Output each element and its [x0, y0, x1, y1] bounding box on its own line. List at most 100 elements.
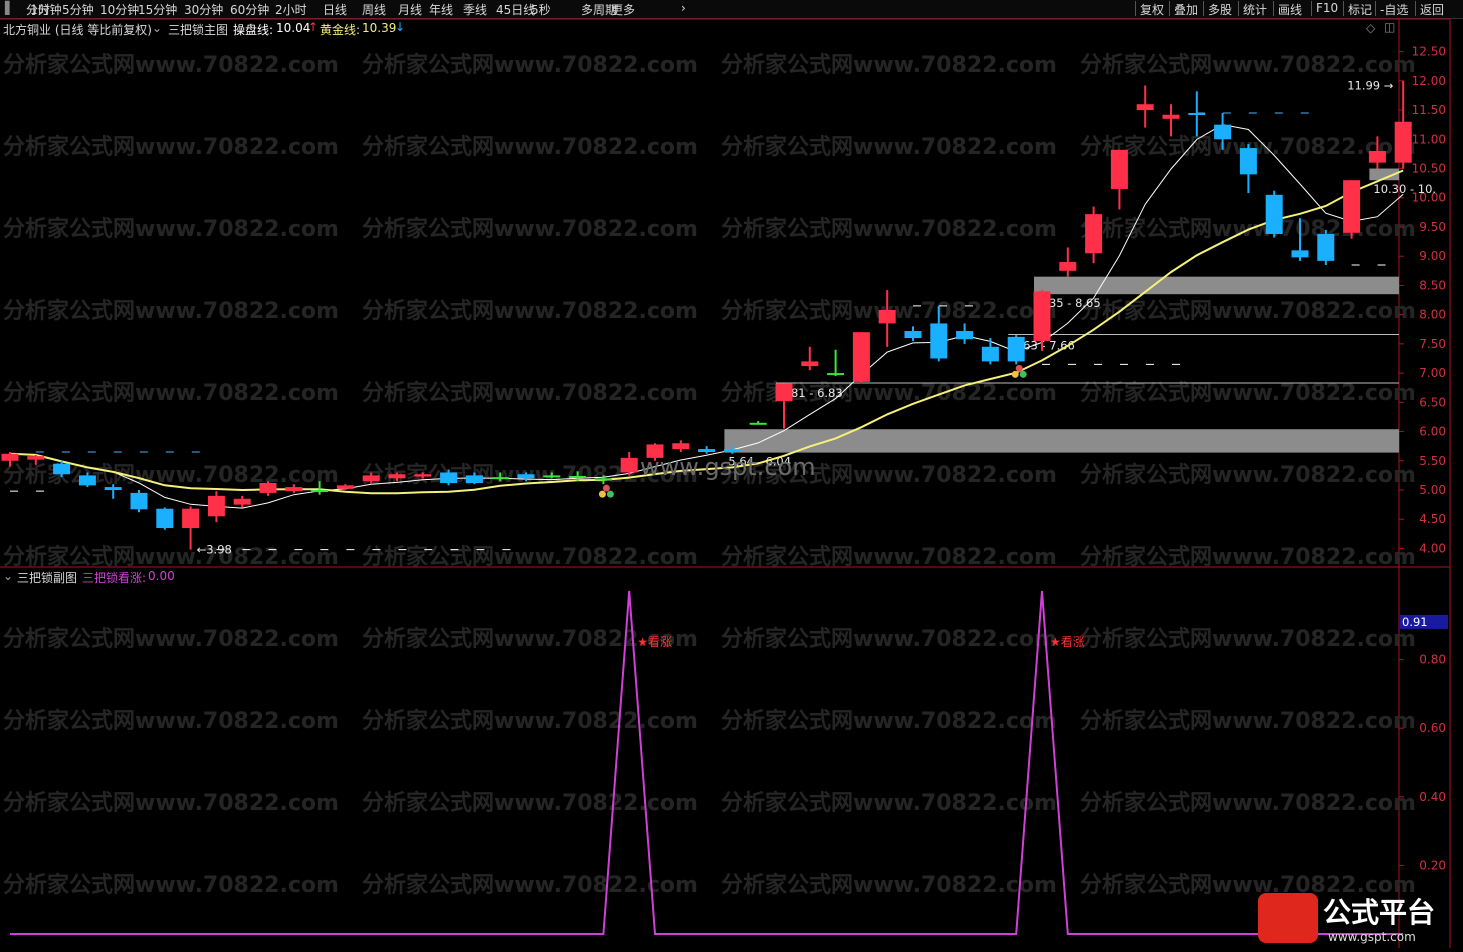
candle-body: [827, 373, 845, 376]
candle-body: [1110, 149, 1128, 189]
candle-body: [801, 361, 819, 367]
candle-body: [27, 456, 45, 460]
watermark-text: 分析家公式网www.70822.com: [721, 544, 1057, 570]
watermark-text: 分析家公式网www.70822.com: [721, 872, 1057, 898]
candle-body: [1085, 214, 1103, 254]
candle-body: [878, 309, 896, 324]
candle-body: [388, 474, 406, 479]
candle-body: [182, 508, 200, 529]
candle-body: [569, 475, 587, 478]
candle-body: [1214, 124, 1232, 140]
signal-ball-icon: [1011, 370, 1019, 378]
watermark-text: 分析家公式网www.70822.com: [362, 298, 698, 324]
price-tick-label: 5.00: [1419, 483, 1446, 497]
logo-url: www.gspt.com: [1328, 930, 1416, 944]
candle-body: [981, 346, 999, 362]
watermark-text: 分析家公式网www.70822.com: [1080, 462, 1416, 488]
watermark-text: 分析家公式网www.70822.com: [3, 708, 339, 734]
center-watermark: www.gspt.com: [640, 453, 816, 481]
watermark-text: 分析家公式网www.70822.com: [1080, 626, 1416, 652]
bullish-signal-label: ★看涨: [1050, 634, 1085, 649]
watermark-text: 分析家公式网www.70822.com: [1080, 790, 1416, 816]
candle-body: [233, 498, 251, 505]
sub-tick-label: 0.91: [1402, 615, 1428, 629]
sub-tick-label: 0.80: [1419, 653, 1446, 667]
signal-ball-icon: [598, 490, 606, 498]
candle-body: [904, 331, 922, 339]
candle-body: [852, 332, 870, 382]
sub-tick-label: 0.40: [1419, 790, 1446, 804]
candle-body: [543, 475, 561, 478]
watermark-text: 分析家公式网www.70822.com: [1080, 52, 1416, 78]
watermark-text: 分析家公式网www.70822.com: [721, 52, 1057, 78]
candle-body: [285, 487, 303, 492]
watermark-text: 分析家公式网www.70822.com: [1080, 544, 1416, 570]
candle-body: [620, 457, 638, 473]
price-tick-label: 8.50: [1419, 278, 1446, 292]
price-tick-label: 11.50: [1412, 103, 1446, 117]
candle-body: [1007, 336, 1025, 362]
watermark-text: 分析家公式网www.70822.com: [362, 872, 698, 898]
price-tick-label: 11.00: [1412, 132, 1446, 146]
watermark-text: 分析家公式网www.70822.com: [362, 134, 698, 160]
candle-body: [956, 331, 974, 340]
watermark-text: 分析家公式网www.70822.com: [362, 216, 698, 242]
watermark-text: 分析家公式网www.70822.com: [721, 790, 1057, 816]
candle-body: [1136, 104, 1154, 111]
candle-body: [1265, 194, 1283, 234]
watermark-text: 分析家公式网www.70822.com: [721, 134, 1057, 160]
price-tick-label: 5.50: [1419, 454, 1446, 468]
low-price-label: ←3.98: [197, 543, 232, 557]
candle-body: [336, 485, 354, 489]
candle-body: [53, 463, 71, 475]
price-tick-label: 8.00: [1419, 308, 1446, 322]
logo-text: 公式平台: [1323, 896, 1435, 929]
candle-body: [1059, 262, 1077, 271]
price-tick-label: 7.00: [1419, 366, 1446, 380]
price-tick-label: 12.50: [1412, 45, 1446, 59]
price-tick-label: 6.00: [1419, 425, 1446, 439]
candle-body: [723, 449, 741, 453]
price-tick-label: 12.00: [1412, 74, 1446, 88]
candle-body: [1188, 112, 1206, 115]
watermark-text: 分析家公式网www.70822.com: [3, 544, 339, 570]
candle-body: [362, 475, 380, 482]
candle-body: [698, 449, 716, 453]
price-tick-label: 4.50: [1419, 512, 1446, 526]
candle-body: [130, 492, 148, 510]
candle-body: [749, 422, 767, 425]
price-tick-label: 6.50: [1419, 395, 1446, 409]
candle-body: [1317, 233, 1335, 261]
sub-tick-label: 0.60: [1419, 721, 1446, 735]
watermark-text: 分析家公式网www.70822.com: [362, 380, 698, 406]
watermark-text: 分析家公式网www.70822.com: [362, 790, 698, 816]
watermark-text: 分析家公式网www.70822.com: [1080, 708, 1416, 734]
price-tick-label: 4.00: [1419, 541, 1446, 555]
bullish-signal-label: ★看涨: [637, 634, 672, 649]
candle-body: [775, 383, 793, 402]
candle-body: [259, 482, 277, 493]
candle-body: [104, 487, 122, 491]
candle-body: [930, 323, 948, 359]
watermark-text: 分析家公式网www.70822.com: [721, 380, 1057, 406]
candle-body: [207, 495, 225, 517]
signal-ball-icon: [606, 490, 614, 498]
zone-label: 10.30 - 10.: [1373, 182, 1436, 196]
candle-body: [672, 443, 690, 450]
watermark-text: 分析家公式网www.70822.com: [721, 708, 1057, 734]
candle-body: [517, 474, 535, 479]
watermark-text: 分析家公式网www.70822.com: [3, 872, 339, 898]
watermark-text: 分析家公式网www.70822.com: [721, 216, 1057, 242]
candle-body: [440, 472, 458, 483]
watermark-text: 分析家公式网www.70822.com: [3, 380, 339, 406]
watermark-text: 分析家公式网www.70822.com: [721, 626, 1057, 652]
candle-body: [1162, 114, 1180, 119]
price-tick-label: 9.00: [1419, 249, 1446, 263]
candle-body: [78, 475, 96, 486]
price-tick-label: 7.50: [1419, 337, 1446, 351]
watermark-text: 分析家公式网www.70822.com: [3, 52, 339, 78]
watermark-text: 分析家公式网www.70822.com: [3, 626, 339, 652]
candle-body: [156, 508, 174, 529]
support-zone: [1034, 276, 1399, 295]
sub-tick-label: 0.20: [1419, 858, 1446, 872]
